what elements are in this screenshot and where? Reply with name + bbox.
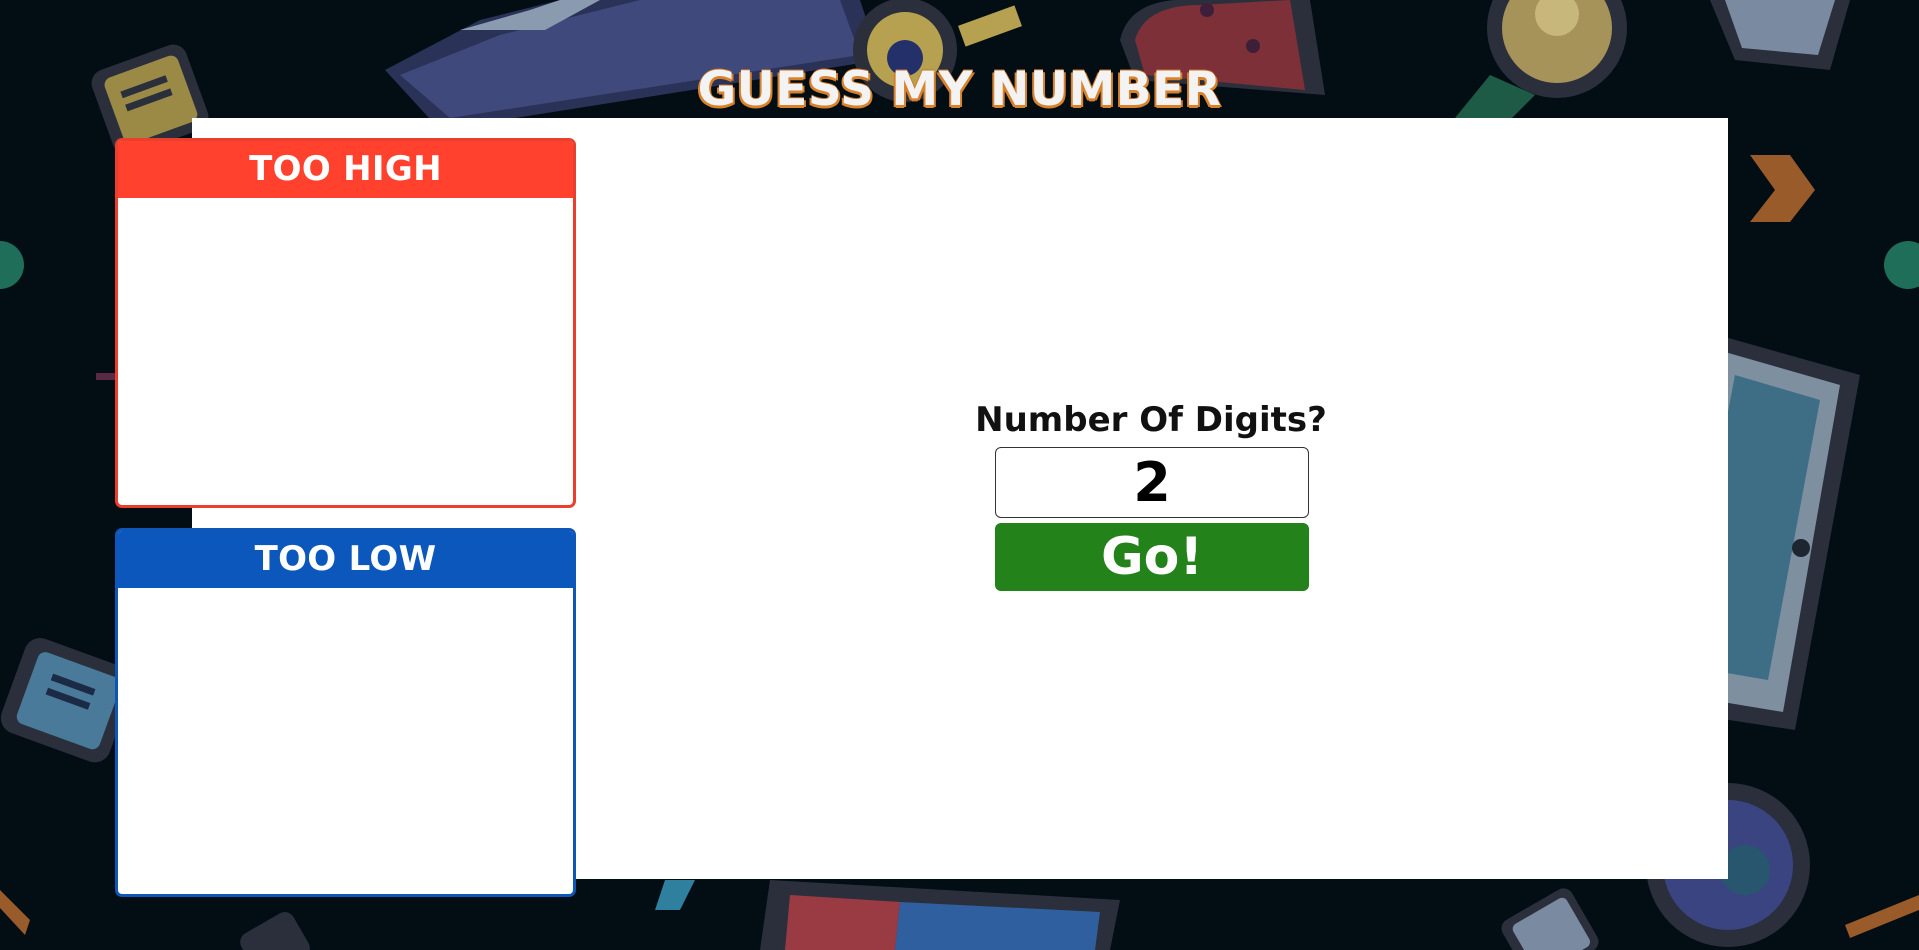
digits-prompt: Number Of Digits?	[975, 400, 1327, 440]
too-low-panel: TOO LOW	[115, 528, 576, 897]
note-icon	[240, 912, 310, 950]
digits-input[interactable]	[995, 447, 1309, 518]
too-high-panel: TOO HIGH	[115, 138, 576, 508]
too-high-guess-list	[118, 198, 573, 505]
too-high-header: TOO HIGH	[118, 141, 573, 198]
circle-icon	[1884, 241, 1919, 289]
game-title: GUESS MY NUMBER	[697, 62, 1222, 117]
cup-icon	[1710, 0, 1850, 70]
too-low-header: TOO LOW	[118, 531, 573, 588]
circle-icon	[0, 241, 24, 289]
arrow-icon	[1750, 155, 1815, 222]
document-icon	[1501, 888, 1599, 950]
too-low-guess-list	[118, 588, 573, 894]
go-button[interactable]: Go!	[995, 523, 1309, 591]
book-icon	[760, 880, 1120, 950]
